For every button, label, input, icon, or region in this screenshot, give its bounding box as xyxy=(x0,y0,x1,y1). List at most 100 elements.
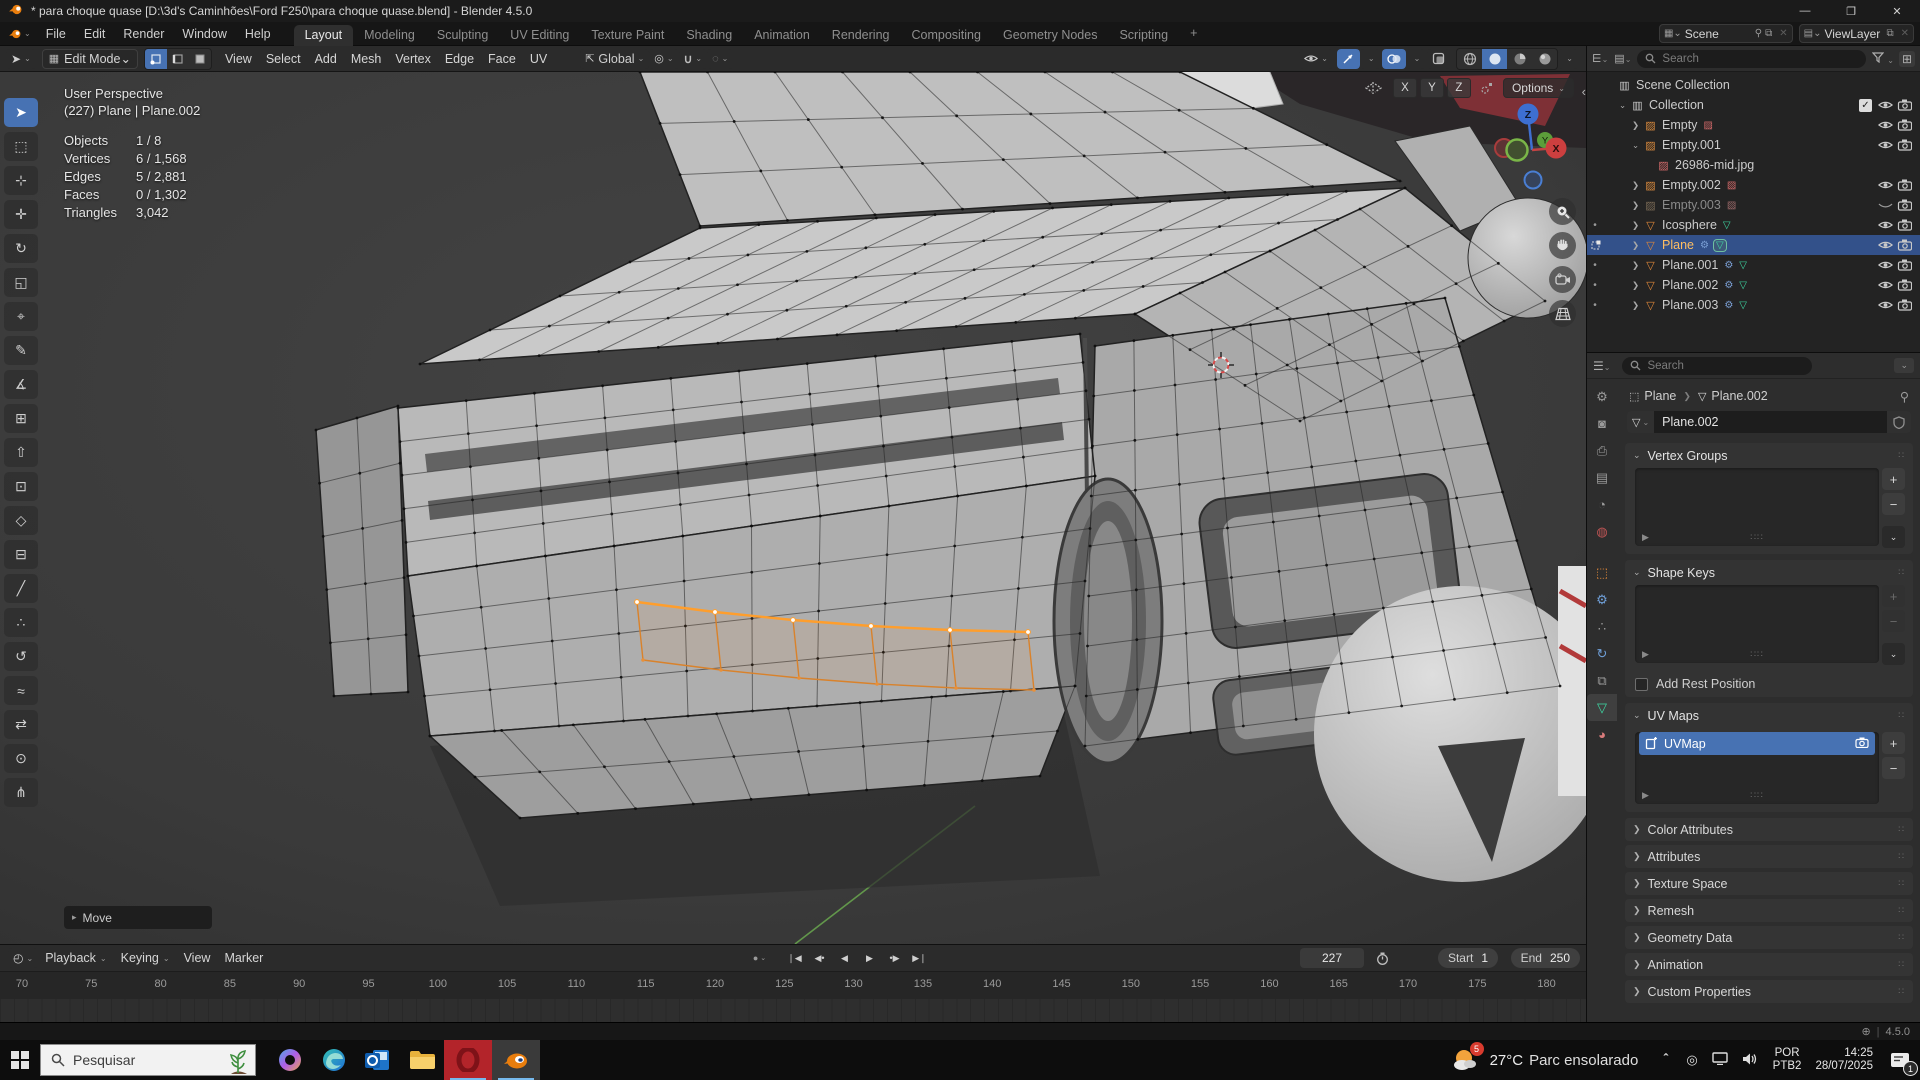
properties-tab-particles[interactable]: ∴ xyxy=(1587,613,1617,640)
duplicate-scene-icon[interactable]: ⧉ xyxy=(1765,28,1772,39)
disable-render-camera-icon[interactable] xyxy=(1895,279,1914,291)
viewport-menu-add[interactable]: Add xyxy=(308,52,344,66)
restore-button[interactable]: ❐ xyxy=(1828,0,1874,22)
tool-transform[interactable]: ⌖ xyxy=(4,302,38,331)
hide-eye-icon[interactable] xyxy=(1876,139,1895,151)
visibility-dropdown[interactable]: ⌄ xyxy=(1299,49,1333,69)
outliner-item-plane[interactable]: ❯▽Plane⚙▽ xyxy=(1587,235,1920,255)
timeline-menu-marker[interactable]: Marker xyxy=(217,951,270,965)
tab-rendering[interactable]: Rendering xyxy=(821,25,901,46)
camera-view-button[interactable] xyxy=(1549,266,1576,293)
menu-help[interactable]: Help xyxy=(236,22,280,46)
frame-start-field[interactable]: Start1 xyxy=(1438,948,1498,968)
tool-poly-build[interactable]: ∴ xyxy=(4,608,38,637)
expand-icon[interactable]: ❯ xyxy=(1629,200,1642,211)
properties-tab-scene[interactable]: ◔ xyxy=(1587,491,1617,518)
zoom-view-button[interactable] xyxy=(1549,198,1576,225)
viewport-menu-select[interactable]: Select xyxy=(259,52,308,66)
tab-texture-paint[interactable]: Texture Paint xyxy=(580,25,675,46)
operator-panel[interactable]: ▸ Move xyxy=(64,906,212,929)
properties-options-dropdown[interactable]: ⌄ xyxy=(1894,358,1914,373)
face-select-mode-button[interactable] xyxy=(189,49,211,69)
menu-render[interactable]: Render xyxy=(114,22,173,46)
section-attributes[interactable]: ❯Attributes∷ xyxy=(1625,845,1913,868)
outliner-item-icosphere[interactable]: •❯▽Icosphere▽ xyxy=(1587,215,1920,235)
play-button[interactable]: ▶ xyxy=(858,948,881,968)
blender-menu-icon[interactable]: ⌄ xyxy=(0,22,37,46)
tool-rip[interactable]: ⋔ xyxy=(4,778,38,807)
play-reverse-button[interactable]: ◀ xyxy=(833,948,856,968)
tab-sculpting[interactable]: Sculpting xyxy=(426,25,499,46)
taskbar-app-outlook[interactable] xyxy=(356,1040,400,1080)
datablock-name-input[interactable]: Plane.002 xyxy=(1654,411,1887,433)
disable-render-camera-icon[interactable] xyxy=(1895,199,1914,211)
outliner-item-26986-mid-jpg[interactable]: ▨26986-mid.jpg xyxy=(1587,155,1920,175)
hide-eye-icon[interactable] xyxy=(1876,239,1895,251)
section-custom-properties[interactable]: ❯Custom Properties∷ xyxy=(1625,980,1913,1003)
properties-tab-object-data[interactable]: ▽ xyxy=(1587,694,1617,721)
add-workspace-tab[interactable]: + xyxy=(1179,23,1208,44)
duplicate-viewlayer-icon[interactable]: ⧉ xyxy=(1886,28,1893,39)
taskbar-app-explorer[interactable] xyxy=(400,1040,444,1080)
breadcrumb-data[interactable]: Plane.002 xyxy=(1711,389,1767,403)
viewport-menu-uv[interactable]: UV xyxy=(523,52,554,66)
tool-add-cube[interactable]: ⊞ xyxy=(4,404,38,433)
material-preview-button[interactable] xyxy=(1507,49,1532,69)
edge-select-mode-button[interactable] xyxy=(167,49,189,69)
tool-tweak[interactable]: ➤ xyxy=(4,98,38,127)
tab-animation[interactable]: Animation xyxy=(743,25,821,46)
3d-viewport[interactable]: the-blu xyxy=(0,46,1586,944)
vertex-groups-list[interactable]: ▶ ∷∷ xyxy=(1635,468,1879,546)
uv-maps-list[interactable]: UVMap ▶ ∷∷ xyxy=(1635,732,1879,804)
remove-vertex-group-button[interactable]: − xyxy=(1882,493,1905,515)
properties-editor-type-icon[interactable]: ☰⌄ xyxy=(1593,359,1610,373)
volume-icon[interactable] xyxy=(1742,1052,1759,1069)
solid-shading-button[interactable] xyxy=(1482,49,1507,69)
tool-inset[interactable]: ⊡ xyxy=(4,472,38,501)
mode-selector[interactable]: ▦ Edit Mode ⌄ xyxy=(42,49,138,69)
viewport-menu-view[interactable]: View xyxy=(218,52,259,66)
axis-x-button[interactable]: X xyxy=(1393,78,1417,98)
new-collection-button[interactable]: ⊞ xyxy=(1899,51,1915,67)
taskbar-search-input[interactable]: Pesquisar xyxy=(40,1044,256,1076)
sidebar-collapse-icon[interactable]: ‹ xyxy=(1582,84,1586,99)
weather-temp[interactable]: 27°C xyxy=(1490,1052,1524,1069)
axis-y-button[interactable]: Y xyxy=(1420,78,1444,98)
tool-loop-cut[interactable]: ⊟ xyxy=(4,540,38,569)
add-shape-key-button[interactable]: + xyxy=(1882,585,1905,607)
clock[interactable]: 14:2528/07/2025 xyxy=(1815,1047,1873,1073)
outliner-item-scene-collection[interactable]: ▥Scene Collection xyxy=(1587,75,1920,95)
mirror-icon[interactable] xyxy=(1359,78,1389,98)
minimize-button[interactable]: — xyxy=(1782,0,1828,22)
close-button[interactable]: ✕ xyxy=(1874,0,1920,22)
hide-eye-icon[interactable] xyxy=(1876,219,1895,231)
timeline-menu-view[interactable]: View xyxy=(177,951,218,965)
options-dropdown[interactable]: Options ⌄ xyxy=(1503,78,1574,98)
expand-icon[interactable]: ❯ xyxy=(1629,240,1642,251)
disable-render-camera-icon[interactable] xyxy=(1895,139,1914,151)
hide-eye-icon[interactable] xyxy=(1876,179,1895,191)
tool-extrude[interactable]: ⇧ xyxy=(4,438,38,467)
taskbar-app-copilot[interactable] xyxy=(268,1040,312,1080)
scene-selector[interactable]: ▦⌄ Scene ⚲ ⧉ ✕ xyxy=(1659,24,1793,43)
outliner-item-empty-001[interactable]: ⌄▨Empty.001 xyxy=(1587,135,1920,155)
pin-icon[interactable]: ⚲ xyxy=(1900,389,1909,404)
breadcrumb-object[interactable]: Plane xyxy=(1644,389,1676,403)
tool-annotate[interactable]: ✎ xyxy=(4,336,38,365)
uv-maps-header[interactable]: ⌄UV Maps∷ xyxy=(1625,703,1913,728)
navigation-gizmo[interactable]: Y Z X xyxy=(1486,98,1578,190)
disable-render-camera-icon[interactable] xyxy=(1895,99,1914,111)
shape-keys-list[interactable]: ▶ ∷∷ xyxy=(1635,585,1879,663)
current-frame-field[interactable]: 227 xyxy=(1300,948,1364,968)
overlays-toggle[interactable] xyxy=(1382,49,1406,69)
snap-overlay-icon[interactable] xyxy=(1475,78,1499,98)
tool-edge-slide[interactable]: ⇄ xyxy=(4,710,38,739)
outliner-display-mode-dropdown[interactable]: ⋿⌄ xyxy=(1592,52,1608,65)
add-uvmap-button[interactable]: + xyxy=(1882,732,1905,754)
tab-compositing[interactable]: Compositing xyxy=(900,25,991,46)
frame-end-field[interactable]: End250 xyxy=(1511,948,1580,968)
vertex-group-specials-dropdown[interactable]: ⌄ xyxy=(1882,526,1905,548)
pan-view-button[interactable] xyxy=(1549,232,1576,259)
disable-render-camera-icon[interactable] xyxy=(1895,179,1914,191)
tool-bevel[interactable]: ◇ xyxy=(4,506,38,535)
